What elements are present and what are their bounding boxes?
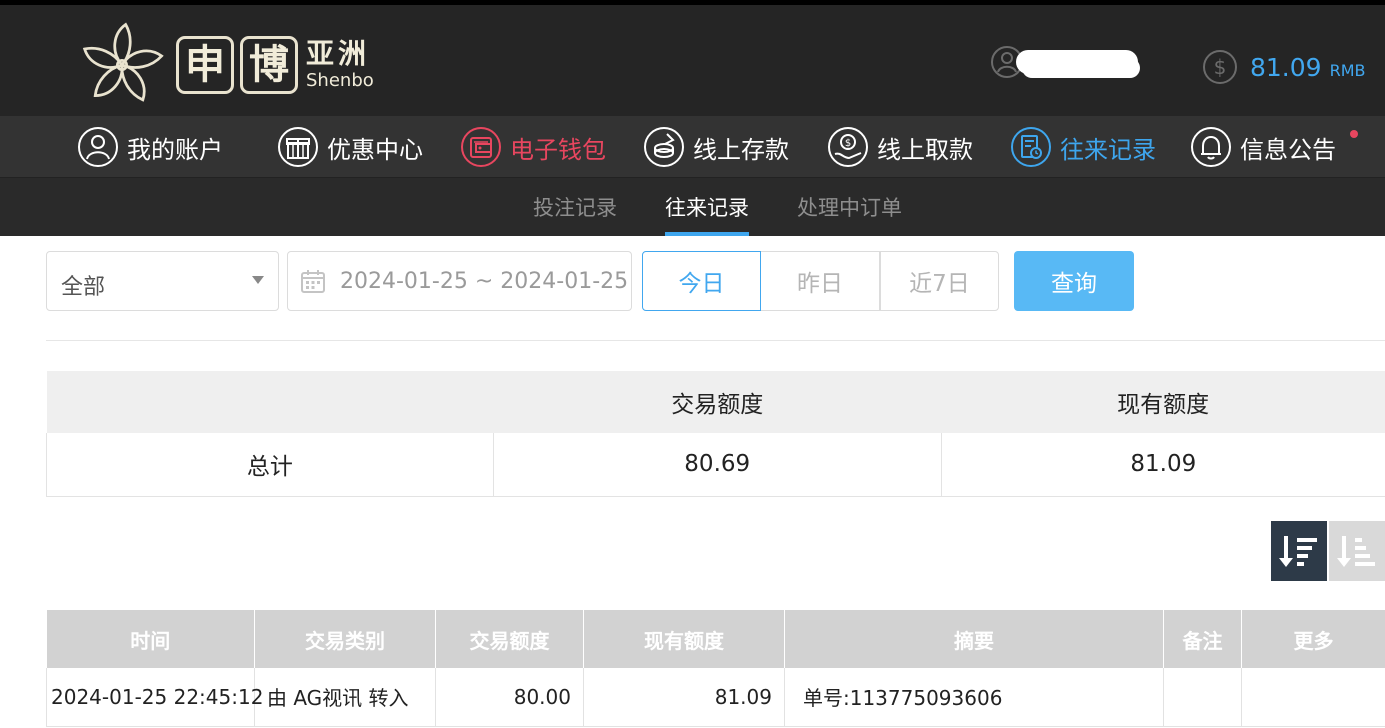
date-range-value: 2024-01-25 ~ 2024-01-25 [340,268,629,294]
nav-item-e-wallet[interactable]: 电子钱包 [460,125,606,169]
logo-glyph-bo: 博 [240,36,298,94]
table-row[interactable]: 2024-01-25 22:45:12 由 AG视讯 转入 80.00 81.0… [46,668,1385,727]
nav-item-transaction-records[interactable]: 往来记录 [1010,125,1156,169]
summary-trade-amount: 80.69 [492,433,942,497]
sub-nav: 投注记录 往来记录 处理中订单 [0,178,1385,236]
nav-label: 我的账户 [127,135,223,164]
flower-logo-icon [82,22,164,102]
nav-label: 往来记录 [1060,135,1156,164]
cell-type: 由 AG视讯 转入 [254,668,436,727]
divider [46,340,1385,341]
column-header-remark[interactable]: 备注 [1163,610,1242,668]
summary-header-cell: 现有额度 [941,371,1385,433]
nav-label: 信息公告 [1240,135,1336,164]
balance-currency: RMB [1329,60,1366,80]
cell-balance: 81.09 [583,668,785,727]
logo-wordmark: 亚洲 Shenbo [306,40,374,90]
date-range-picker[interactable]: 2024-01-25 ~ 2024-01-25 [287,251,632,311]
tab-pending-orders[interactable]: 处理中订单 [797,192,902,222]
category-select-value: 全部 [61,275,106,300]
calendar-icon [301,270,325,293]
column-header-more[interactable]: 更多 [1241,610,1385,668]
tab-transaction-records[interactable]: 往来记录 [665,192,749,222]
caret-down-icon [252,276,264,284]
summary-total-label: 总计 [46,433,494,497]
today-button[interactable]: 今日 [642,251,761,311]
nav-label: 电子钱包 [510,135,606,164]
summary-header-cell: 交易额度 [493,371,942,433]
cell-remark [1163,668,1242,727]
main-nav: 我的账户 优惠中心 电子钱包 线上存款 $ 线上取款 往来记录 信息公告 [0,116,1385,178]
balance-display: $ 81.09 RMB [1202,49,1365,85]
logo-glyph-shen: 申 [176,36,234,94]
bell-icon [1191,127,1231,167]
user-circle-icon [78,127,118,167]
cell-summary: 单号:113775093606 [784,668,1164,727]
summary-header-row: 交易额度 现有额度 [46,371,1385,433]
last-7-days-button[interactable]: 近7日 [880,251,999,311]
cell-time: 2024-01-25 22:45:12 [46,668,263,727]
nav-item-promotions[interactable]: 优惠中心 [277,125,423,169]
category-select[interactable]: 全部 [46,251,279,311]
records-icon [1011,127,1051,167]
username-redacted [1016,50,1138,74]
deposit-icon [644,127,684,167]
summary-total-row: 总计 80.69 81.09 [46,433,1385,497]
column-header-time[interactable]: 时间 [46,610,255,668]
cell-amount: 80.00 [435,668,584,727]
dollar-coin-icon: $ [1203,50,1237,84]
summary-header-cell [46,371,494,433]
user-menu[interactable] [990,45,1138,79]
logo-text-en: Shenbo [306,70,374,91]
nav-item-deposit[interactable]: 线上存款 [643,125,789,169]
sort-descending-icon [1279,536,1317,567]
svg-text:$: $ [1214,55,1227,79]
column-header-balance[interactable]: 现有额度 [583,610,785,668]
sort-ascending-icon [1337,536,1375,567]
column-header-summary[interactable]: 摘要 [784,610,1164,668]
balance-amount: 81.09 [1250,52,1322,82]
tab-bet-records[interactable]: 投注记录 [533,192,617,222]
records-header-row: 时间 交易类别 交易额度 现有额度 摘要 备注 更多 [46,610,1385,668]
svg-text:$: $ [845,138,851,149]
nav-label: 线上取款 [877,135,973,164]
active-tab-underline [665,232,749,236]
gift-icon [278,127,318,167]
nav-item-announcements[interactable]: 信息公告 [1190,125,1336,169]
summary-balance: 81.09 [940,433,1385,497]
nav-label: 优惠中心 [327,135,423,164]
nav-item-withdraw[interactable]: $ 线上取款 [827,125,973,169]
column-header-type[interactable]: 交易类别 [254,610,436,668]
shenbo-logo[interactable]: 申 博 亚洲 Shenbo [76,18,374,112]
nav-item-my-account[interactable]: 我的账户 [77,125,223,169]
column-header-amount[interactable]: 交易额度 [435,610,584,668]
transaction-records-table: 时间 交易类别 交易额度 现有额度 摘要 备注 更多 2024-01-25 22… [46,610,1385,727]
sort-ascending-button[interactable] [1329,521,1385,581]
wallet-icon [461,127,501,167]
summary-table: 交易额度 现有额度 总计 80.69 81.09 [46,371,1385,497]
notification-dot [1350,130,1358,138]
yesterday-button[interactable]: 昨日 [761,251,880,311]
top-header: 申 博 亚洲 Shenbo $ 81.09 RMB [0,0,1385,116]
logo-text-cn: 亚洲 [306,37,371,70]
sort-descending-button[interactable] [1271,521,1327,581]
withdraw-icon: $ [828,127,868,167]
cell-more[interactable] [1241,668,1385,727]
query-button[interactable]: 查询 [1014,251,1134,311]
nav-label: 线上存款 [693,135,789,164]
